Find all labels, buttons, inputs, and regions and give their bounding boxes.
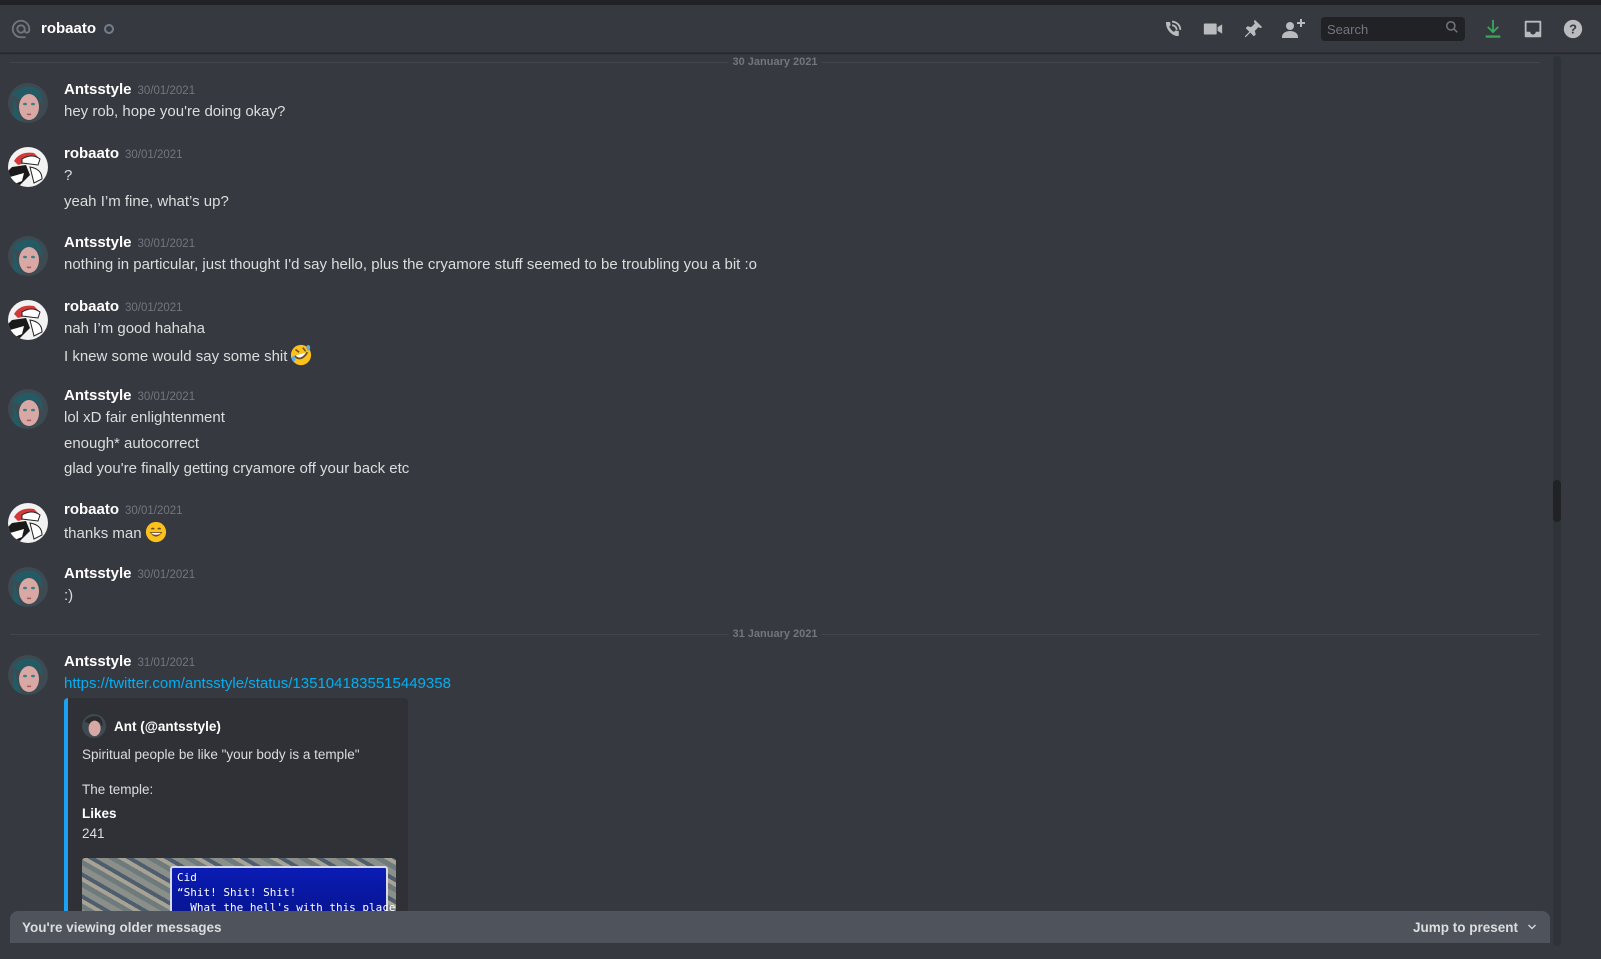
message-text: ?	[64, 167, 73, 184]
message-text: nothing in particular, just thought I'd …	[64, 256, 757, 273]
header-toolbar: ?	[1161, 5, 1601, 53]
message-text: I knew some would say some shit	[64, 344, 312, 368]
channel-header: robaato ?	[0, 5, 1601, 53]
message-author[interactable]: Antsstyle 30/01/2021	[64, 386, 195, 407]
embed-author-name[interactable]: Ant (@antsstyle)	[114, 719, 221, 734]
avatar-antsstyle[interactable]	[8, 83, 48, 123]
message-link[interactable]: https://twitter.com/antsstyle/status/135…	[64, 673, 451, 695]
message-author[interactable]: robaato 30/01/2021	[64, 297, 183, 318]
message-text: thanks man	[64, 521, 167, 545]
avatar-antsstyle[interactable]	[8, 236, 48, 276]
message-timestamp: 30/01/2021	[137, 85, 196, 97]
message-timestamp: 31/01/2021	[137, 657, 196, 669]
message-text: enough* autocorrect	[64, 435, 200, 452]
date-divider: 31 January 2021	[10, 627, 1540, 641]
help-icon[interactable]: ?	[1561, 17, 1585, 41]
embed-author-avatar	[82, 714, 106, 738]
message-author[interactable]: Antsstyle 31/01/2021	[64, 652, 195, 673]
message-author[interactable]: Antsstyle 30/01/2021	[64, 233, 195, 254]
message-text: nah I’m good hahaha	[64, 320, 205, 337]
status-offline-indicator	[104, 23, 115, 34]
rolling-on-floor-laughing-emoji	[290, 344, 312, 366]
message-author[interactable]: Antsstyle 30/01/2021	[64, 564, 195, 585]
message-text: yeah I’m fine, what’s up?	[64, 193, 229, 210]
chevron-down-icon	[1528, 924, 1536, 930]
avatar-antsstyle[interactable]	[8, 389, 48, 429]
message-timestamp: 30/01/2021	[137, 238, 196, 250]
avatar-robaato[interactable]	[8, 503, 48, 543]
download-icon[interactable]	[1481, 17, 1505, 41]
message-author[interactable]: robaato 30/01/2021	[64, 500, 183, 521]
embed-description: Spiritual people be like "your body is a…	[82, 747, 360, 762]
phone-call-icon[interactable]	[1161, 17, 1185, 41]
embed-description-2: The temple:	[82, 782, 154, 797]
search-icon	[1445, 20, 1459, 39]
embed-field-value: 241	[82, 826, 105, 841]
message-list: 30 January 2021 Antsstyle 30/01/2021 hey …	[0, 54, 1550, 959]
avatar-antsstyle[interactable]	[8, 567, 48, 607]
message-timestamp: 30/01/2021	[137, 391, 196, 403]
search-input[interactable]	[1327, 21, 1445, 37]
avatar-antsstyle[interactable]	[8, 655, 48, 695]
older-messages-text: You're viewing older messages	[22, 919, 222, 935]
message-timestamp: 30/01/2021	[125, 149, 183, 161]
at-icon	[10, 18, 32, 40]
add-friend-icon[interactable]	[1281, 17, 1305, 41]
jump-to-present-button[interactable]: Jump to present	[1413, 920, 1538, 935]
scrollbar-thumb[interactable]	[1553, 480, 1561, 522]
message-timestamp: 30/01/2021	[137, 569, 196, 581]
embed-field-name: Likes	[82, 806, 117, 821]
svg-text:?: ?	[1569, 22, 1577, 37]
channel-title: robaato	[41, 20, 97, 37]
message-author[interactable]: Antsstyle 30/01/2021	[64, 80, 195, 101]
search-box[interactable]	[1321, 17, 1465, 41]
avatar-robaato[interactable]	[8, 300, 48, 340]
avatar-robaato[interactable]	[8, 147, 48, 187]
older-messages-bar: You're viewing older messages Jump to pr…	[10, 911, 1550, 943]
date-divider: 30 January 2021	[10, 55, 1540, 69]
grinning-smile-emoji	[145, 521, 167, 543]
message-timestamp: 30/01/2021	[125, 505, 183, 517]
twitter-embed: Ant (@antsstyle) Spiritual people be lik…	[64, 698, 408, 938]
inbox-icon[interactable]	[1521, 17, 1545, 41]
tweet-link[interactable]: https://twitter.com/antsstyle/status/135…	[64, 675, 451, 692]
message-author[interactable]: robaato 30/01/2021	[64, 144, 183, 165]
message-text: glad you're finally getting cryamore off…	[64, 460, 410, 477]
message-text: :)	[64, 587, 74, 604]
embed-author[interactable]: Ant (@antsstyle)	[82, 714, 221, 738]
message-text: lol xD fair enlightenment	[64, 409, 225, 426]
message-text: hey rob, hope you're doing okay?	[64, 103, 286, 120]
video-call-icon[interactable]	[1201, 17, 1225, 41]
message-timestamp: 30/01/2021	[125, 302, 183, 314]
pin-icon[interactable]	[1241, 17, 1265, 41]
